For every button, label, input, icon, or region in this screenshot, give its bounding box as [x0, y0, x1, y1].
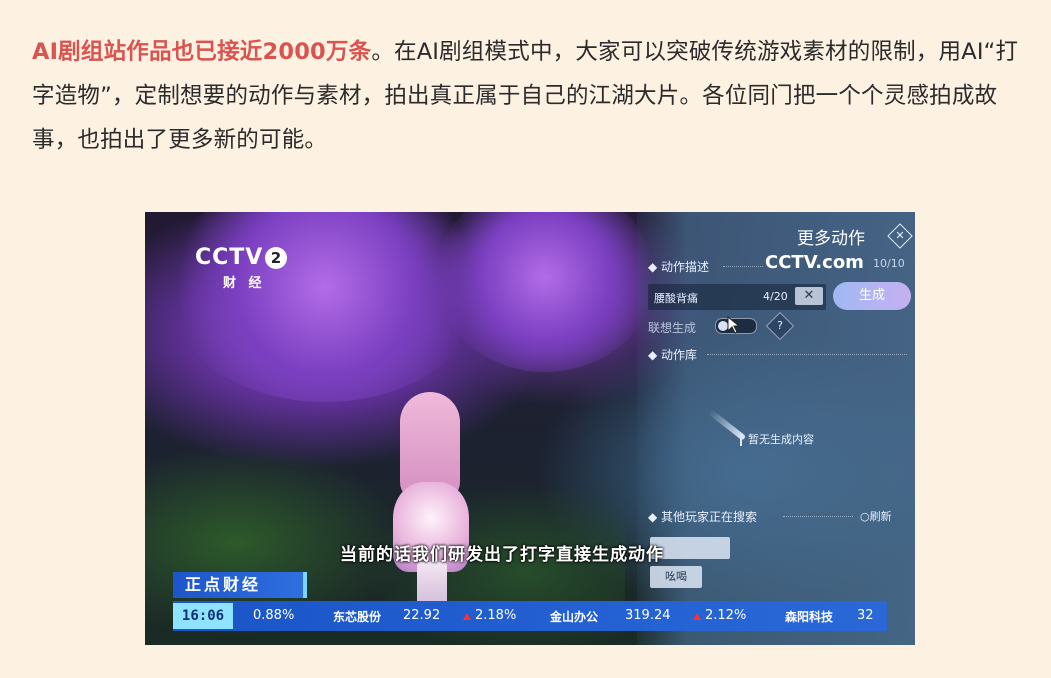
ticker-stock-name: 森阳科技 — [785, 610, 834, 624]
ticker-change: 2.12% — [705, 608, 747, 623]
refresh-button[interactable]: ○刷新 — [860, 508, 892, 524]
empty-marker — [740, 434, 742, 446]
article-paragraph: AI剧组站作品也已接近2000万条。在AI剧组模式中，大家可以突破传统游戏素材的… — [32, 30, 1027, 162]
ticker-stock-price: 319.24 — [625, 608, 671, 623]
up-arrow-icon — [463, 613, 471, 620]
assoc-generate-label: 联想生成 — [648, 321, 697, 335]
divider — [723, 266, 763, 267]
clear-input-button[interactable]: ✕ — [795, 287, 823, 305]
action-count: 10/10 — [873, 257, 905, 270]
cherry-tree-right — [435, 212, 655, 372]
help-icon-label: ? — [777, 319, 783, 332]
channel-name: 财 经 — [223, 276, 266, 291]
ticker-change: 0.88% — [253, 608, 295, 623]
video-subtitle: 当前的话我们研发出了打字直接生成动作 — [340, 545, 664, 565]
up-arrow-icon — [693, 613, 701, 620]
cctv-watermark: CCTV.com — [765, 252, 864, 273]
ticker-stock-name: 金山办公 — [550, 610, 599, 624]
news-program-label: 正点财经 — [173, 572, 303, 598]
more-actions-title: 更多动作 — [797, 229, 865, 249]
action-desc-label: ◆ 动作描述 — [648, 260, 710, 274]
others-searching-label: ◆ 其他玩家正在搜索 — [648, 510, 758, 524]
cherry-tree-left — [165, 212, 485, 402]
search-chip[interactable]: 吆喝 — [650, 566, 702, 588]
mouse-cursor-icon — [727, 316, 741, 334]
generate-button[interactable]: 生成 — [833, 282, 911, 310]
ticker-time: 16:06 — [173, 603, 233, 629]
divider — [783, 516, 853, 517]
article-highlight: AI剧组站作品也已接近2000万条 — [32, 39, 372, 65]
input-char-count: 4/20 — [763, 290, 788, 303]
ticker-stock-name: 东芯股份 — [333, 610, 382, 624]
cctv-logo: CCTV — [195, 245, 264, 270]
channel-number-badge: 2 — [265, 247, 287, 269]
empty-state-text: 暂无生成内容 — [748, 433, 814, 446]
action-desc-input-value: 腰酸背痛 — [654, 292, 698, 305]
ticker-stock-price: 32 — [857, 608, 874, 623]
action-library-label: ◆ 动作库 — [648, 348, 698, 362]
video-screenshot[interactable]: CCTV 2 财 经 更多动作 ✕ ◆ 动作描述 CCTV.com 10/10 … — [145, 212, 915, 645]
news-label-accent — [303, 572, 307, 598]
ticker-stock-price: 22.92 — [403, 608, 441, 623]
divider — [707, 354, 907, 355]
ticker-change: 2.18% — [475, 608, 517, 623]
